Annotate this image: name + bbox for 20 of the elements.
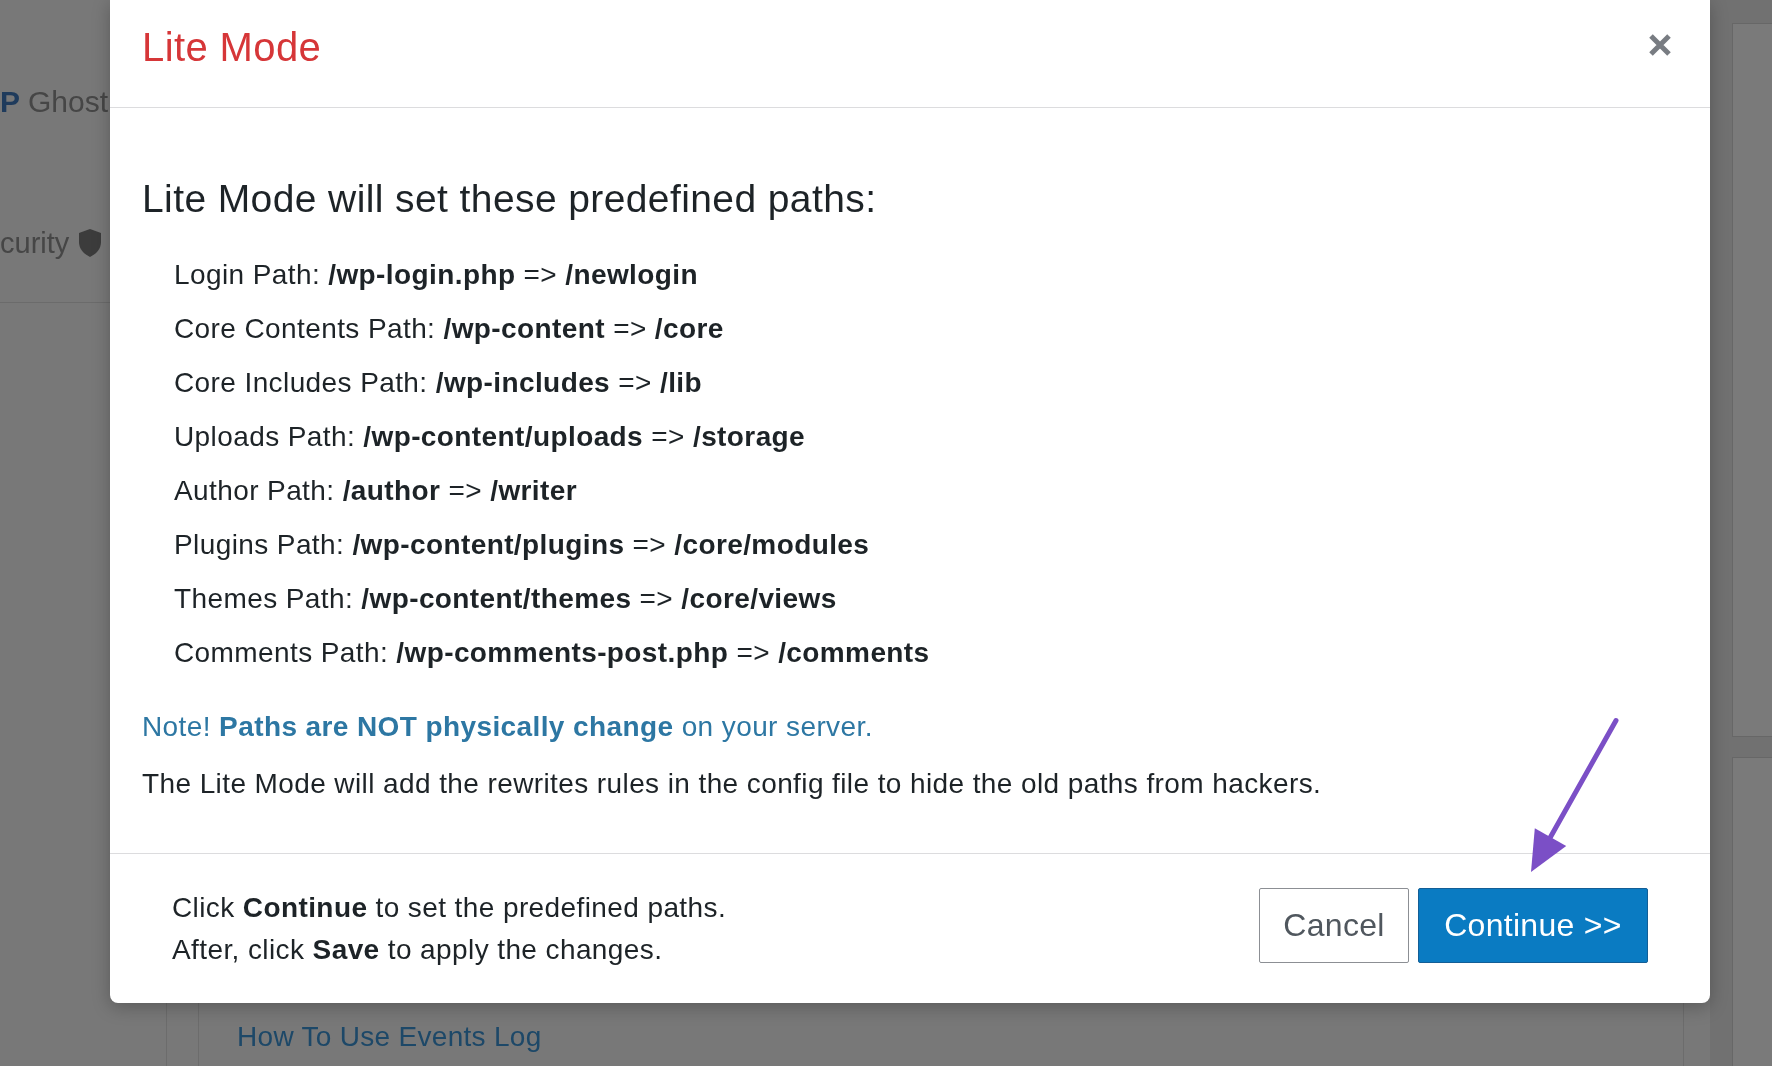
- path-mapping: Login Path: /wp-login.php => /newlogin: [174, 258, 699, 292]
- shield-icon: [79, 229, 102, 257]
- continue-button[interactable]: Continue >>: [1418, 888, 1648, 963]
- instruction-text: Click Continue to set the predefined paths.: [172, 890, 727, 925]
- path-mapping: Themes Path: /wp-content/themes => /core/views: [174, 582, 838, 616]
- instruction-text: After, click Save to apply the changes.: [172, 932, 664, 967]
- path-mapping: Core Includes Path: /wp-includes => /lib: [174, 366, 703, 400]
- description-text: The Lite Mode will add the rewrites rules in the config file to hide the old paths from hackers.: [142, 767, 1323, 801]
- close-button[interactable]: [1648, 33, 1672, 57]
- path-mapping: Plugins Path: /wp-content/plugins => /core/modules: [174, 528, 871, 562]
- note-text: Note! Paths are NOT physically change on your server.: [142, 710, 874, 744]
- close-icon: [1648, 33, 1672, 57]
- path-mapping: Core Contents Path: /wp-content => /core: [174, 312, 725, 346]
- path-mapping: Author Path: /author => /writer: [174, 474, 579, 508]
- brand-logo-letter: P: [0, 84, 20, 120]
- path-mapping: Uploads Path: /wp-content/uploads => /storage: [174, 420, 807, 454]
- section-heading: Lite Mode will set these predefined paths:: [142, 177, 878, 221]
- dialog-title: Lite Mode: [142, 24, 322, 70]
- path-mapping: Comments Path: /wp-comments-post.php => /comments: [174, 636, 931, 670]
- cancel-button[interactable]: Cancel: [1259, 888, 1409, 963]
